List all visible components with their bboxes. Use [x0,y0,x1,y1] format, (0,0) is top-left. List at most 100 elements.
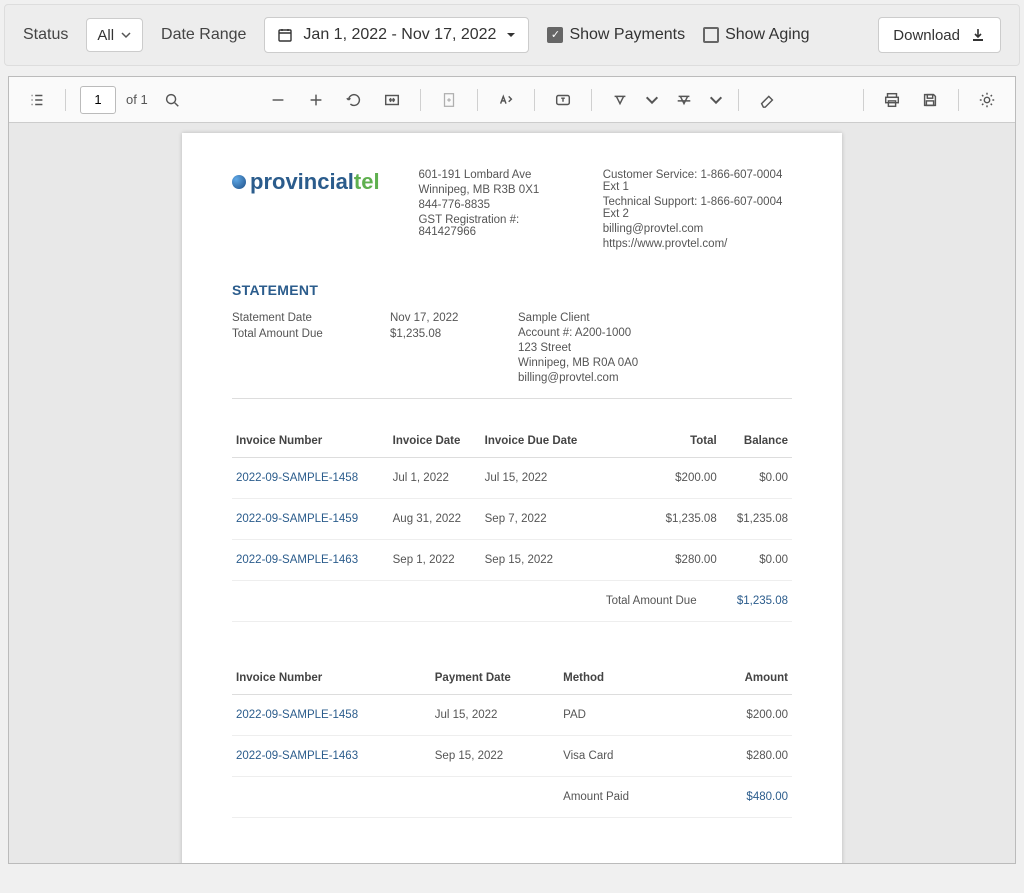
total-row: Total Amount Due $1,235.08 [232,581,792,622]
invoice-due: Jul 15, 2022 [481,458,602,499]
col-method: Method [559,662,672,695]
invoice-link[interactable]: 2022-09-SAMPLE-1463 [232,736,431,777]
invoice-total: $280.00 [602,540,721,581]
stmt-amount-value: $1,235.08 [390,328,500,340]
company-contact: Customer Service: 1-866-607-0004 Ext 1 T… [603,169,792,250]
company-address: 601-191 Lombard Ave Winnipeg, MB R3B 0X1… [418,169,564,250]
textsize-icon[interactable] [492,86,520,114]
company-cs: Customer Service: 1-866-607-0004 Ext 1 [603,169,792,193]
col-balance: Balance [721,425,792,458]
strike-icon[interactable] [670,86,698,114]
amount-paid-label: Amount Paid [559,777,672,818]
client-name: Sample Client [518,312,792,324]
invoice-link[interactable]: 2022-09-SAMPLE-1463 [232,540,389,581]
logo-text-a: provincial [250,169,354,194]
client-block: Sample Client Account #: A200-1000 123 S… [518,312,792,384]
invoice-balance: $0.00 [721,458,792,499]
erase-icon[interactable] [753,86,781,114]
gear-icon[interactable] [973,86,1001,114]
col-invoice-date: Invoice Date [389,425,481,458]
showaging-label: Show Aging [725,26,810,44]
highlight-icon[interactable] [606,86,634,114]
download-icon [970,27,986,43]
caret-down-icon [506,30,516,40]
page-input[interactable] [80,86,116,114]
daterange-label: Date Range [161,26,246,44]
download-button[interactable]: Download [878,17,1001,53]
filter-panel: Status All Date Range Jan 1, 2022 - Nov … [4,4,1020,66]
invoice-table: Invoice Number Invoice Date Invoice Due … [232,425,792,622]
paid-row: Amount Paid $480.00 [232,777,792,818]
company-addr1: 601-191 Lombard Ave [418,169,564,181]
toolbar-separator [65,89,66,111]
rotate-icon[interactable] [340,86,368,114]
showaging-group: Show Aging [703,26,810,44]
stmt-date-value: Nov 17, 2022 [390,312,500,324]
showpayments-checkbox[interactable] [547,27,563,43]
pdf-viewer: of 1 [8,76,1016,864]
invoice-date: Sep 1, 2022 [389,540,481,581]
col-payment-date: Payment Date [431,662,559,695]
daterange-value: Jan 1, 2022 - Nov 17, 2022 [303,26,496,44]
col-invoice-number: Invoice Number [232,425,389,458]
total-amount-label: Total Amount Due [602,581,721,622]
invoice-link[interactable]: 2022-09-SAMPLE-1458 [232,458,389,499]
invoice-link[interactable]: 2022-09-SAMPLE-1459 [232,499,389,540]
table-row: 2022-09-SAMPLE-1459 Aug 31, 2022 Sep 7, … [232,499,792,540]
invoice-due: Sep 15, 2022 [481,540,602,581]
payment-date: Jul 15, 2022 [431,695,559,736]
stmt-date-label: Statement Date [232,312,372,324]
print-icon[interactable] [878,86,906,114]
search-icon[interactable] [158,86,186,114]
total-amount-value: $1,235.08 [721,581,792,622]
toolbar-separator [591,89,592,111]
invoice-date: Aug 31, 2022 [389,499,481,540]
textbox-icon[interactable] [549,86,577,114]
fitpage-icon[interactable] [378,86,406,114]
company-email: billing@provtel.com [603,223,792,235]
col-total: Total [602,425,721,458]
toolbar-separator [420,89,421,111]
logo-icon [232,175,246,189]
save-icon[interactable] [916,86,944,114]
pagelist-icon[interactable] [23,86,51,114]
invoice-link[interactable]: 2022-09-SAMPLE-1458 [232,695,431,736]
status-label: Status [23,26,68,44]
company-ts: Technical Support: 1-866-607-0004 Ext 2 [603,196,792,220]
col-amount: Amount [672,662,792,695]
document-area[interactable]: provincialtel 601-191 Lombard Ave Winnip… [9,123,1015,863]
client-email: billing@provtel.com [518,372,792,384]
dropdown-icon[interactable] [644,86,660,114]
download-label: Download [893,27,960,44]
amount-paid-value: $480.00 [672,777,792,818]
daterange-select[interactable]: Jan 1, 2022 - Nov 17, 2022 [264,17,529,53]
document-page: provincialtel 601-191 Lombard Ave Winnip… [182,133,842,863]
invoice-balance: $0.00 [721,540,792,581]
stmt-amount-label: Total Amount Due [232,328,372,340]
page-of-label: of 1 [126,92,148,107]
zoom-in-icon[interactable] [302,86,330,114]
toolbar-separator [958,89,959,111]
status-select[interactable]: All [86,18,143,52]
payment-amount: $200.00 [672,695,792,736]
zoom-out-icon[interactable] [264,86,292,114]
showpayments-label: Show Payments [569,26,685,44]
logo-text-b: tel [354,169,380,194]
invoice-date: Jul 1, 2022 [389,458,481,499]
table-row: 2022-09-SAMPLE-1463 Sep 15, 2022 Visa Ca… [232,736,792,777]
status-value: All [97,27,114,44]
toolbar-separator [863,89,864,111]
addpage-icon[interactable] [435,86,463,114]
invoice-total: $1,235.08 [602,499,721,540]
invoice-balance: $1,235.08 [721,499,792,540]
table-row: 2022-09-SAMPLE-1463 Sep 1, 2022 Sep 15, … [232,540,792,581]
invoice-total: $200.00 [602,458,721,499]
company-gst: GST Registration #: 841427966 [418,214,564,238]
table-row: 2022-09-SAMPLE-1458 Jul 15, 2022 PAD $20… [232,695,792,736]
payments-table: Invoice Number Payment Date Method Amoun… [232,662,792,818]
toolbar-separator [534,89,535,111]
company-web: https://www.provtel.com/ [603,238,792,250]
showaging-checkbox[interactable] [703,27,719,43]
payment-method: PAD [559,695,672,736]
dropdown-icon[interactable] [708,86,724,114]
